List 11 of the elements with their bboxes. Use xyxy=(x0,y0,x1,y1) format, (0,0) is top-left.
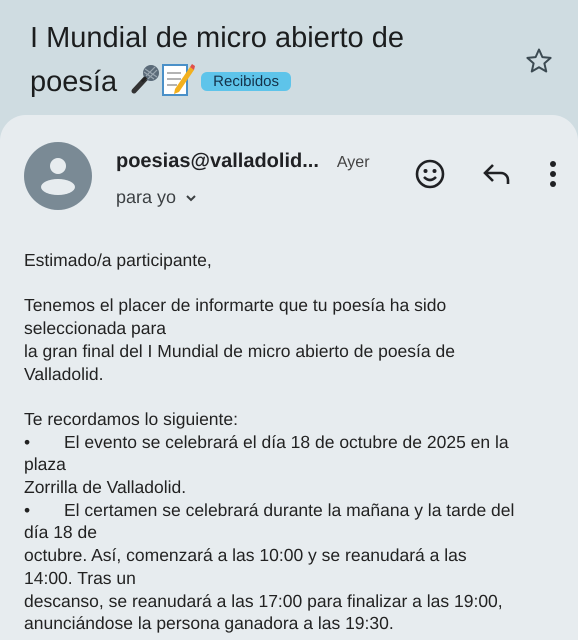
body-paragraph: Te recordamos lo siguiente: xyxy=(24,408,239,431)
message-time: Ayer xyxy=(336,153,370,173)
sender-name: poesias@valladolid... xyxy=(116,149,319,174)
label-tag[interactable]: Recibidos xyxy=(201,72,292,91)
recipient-toggle[interactable]: para yo xyxy=(116,184,198,211)
subject-title-line: I Mundial de micro abierto de xyxy=(30,22,404,54)
bullet-item: • El certamen se celebrará durante la mañana y la tarde del día 18 de octubre. Así, comenzará a las 10:00 y se reanudará a las 14:00. Tras un descanso, se reanudará a las 17:00 para finalizar a las 19:00, anunciándose la persona ganadora a las 19:30. xyxy=(24,498,516,635)
body-paragraph: Tenemos el placer de informarte que tu poesía ha sido seleccionada para la gran final del I Mundial de micro abierto de poesía de Valladolid. xyxy=(24,294,456,386)
bullet-item: • El evento se celebrará el día 18 de octubre de 2025 en la plaza Zorrilla de Valladolid. xyxy=(24,430,510,499)
subject-title-line: poesía xyxy=(30,66,118,98)
body-paragraph: Estimado/a participante, xyxy=(24,249,213,272)
